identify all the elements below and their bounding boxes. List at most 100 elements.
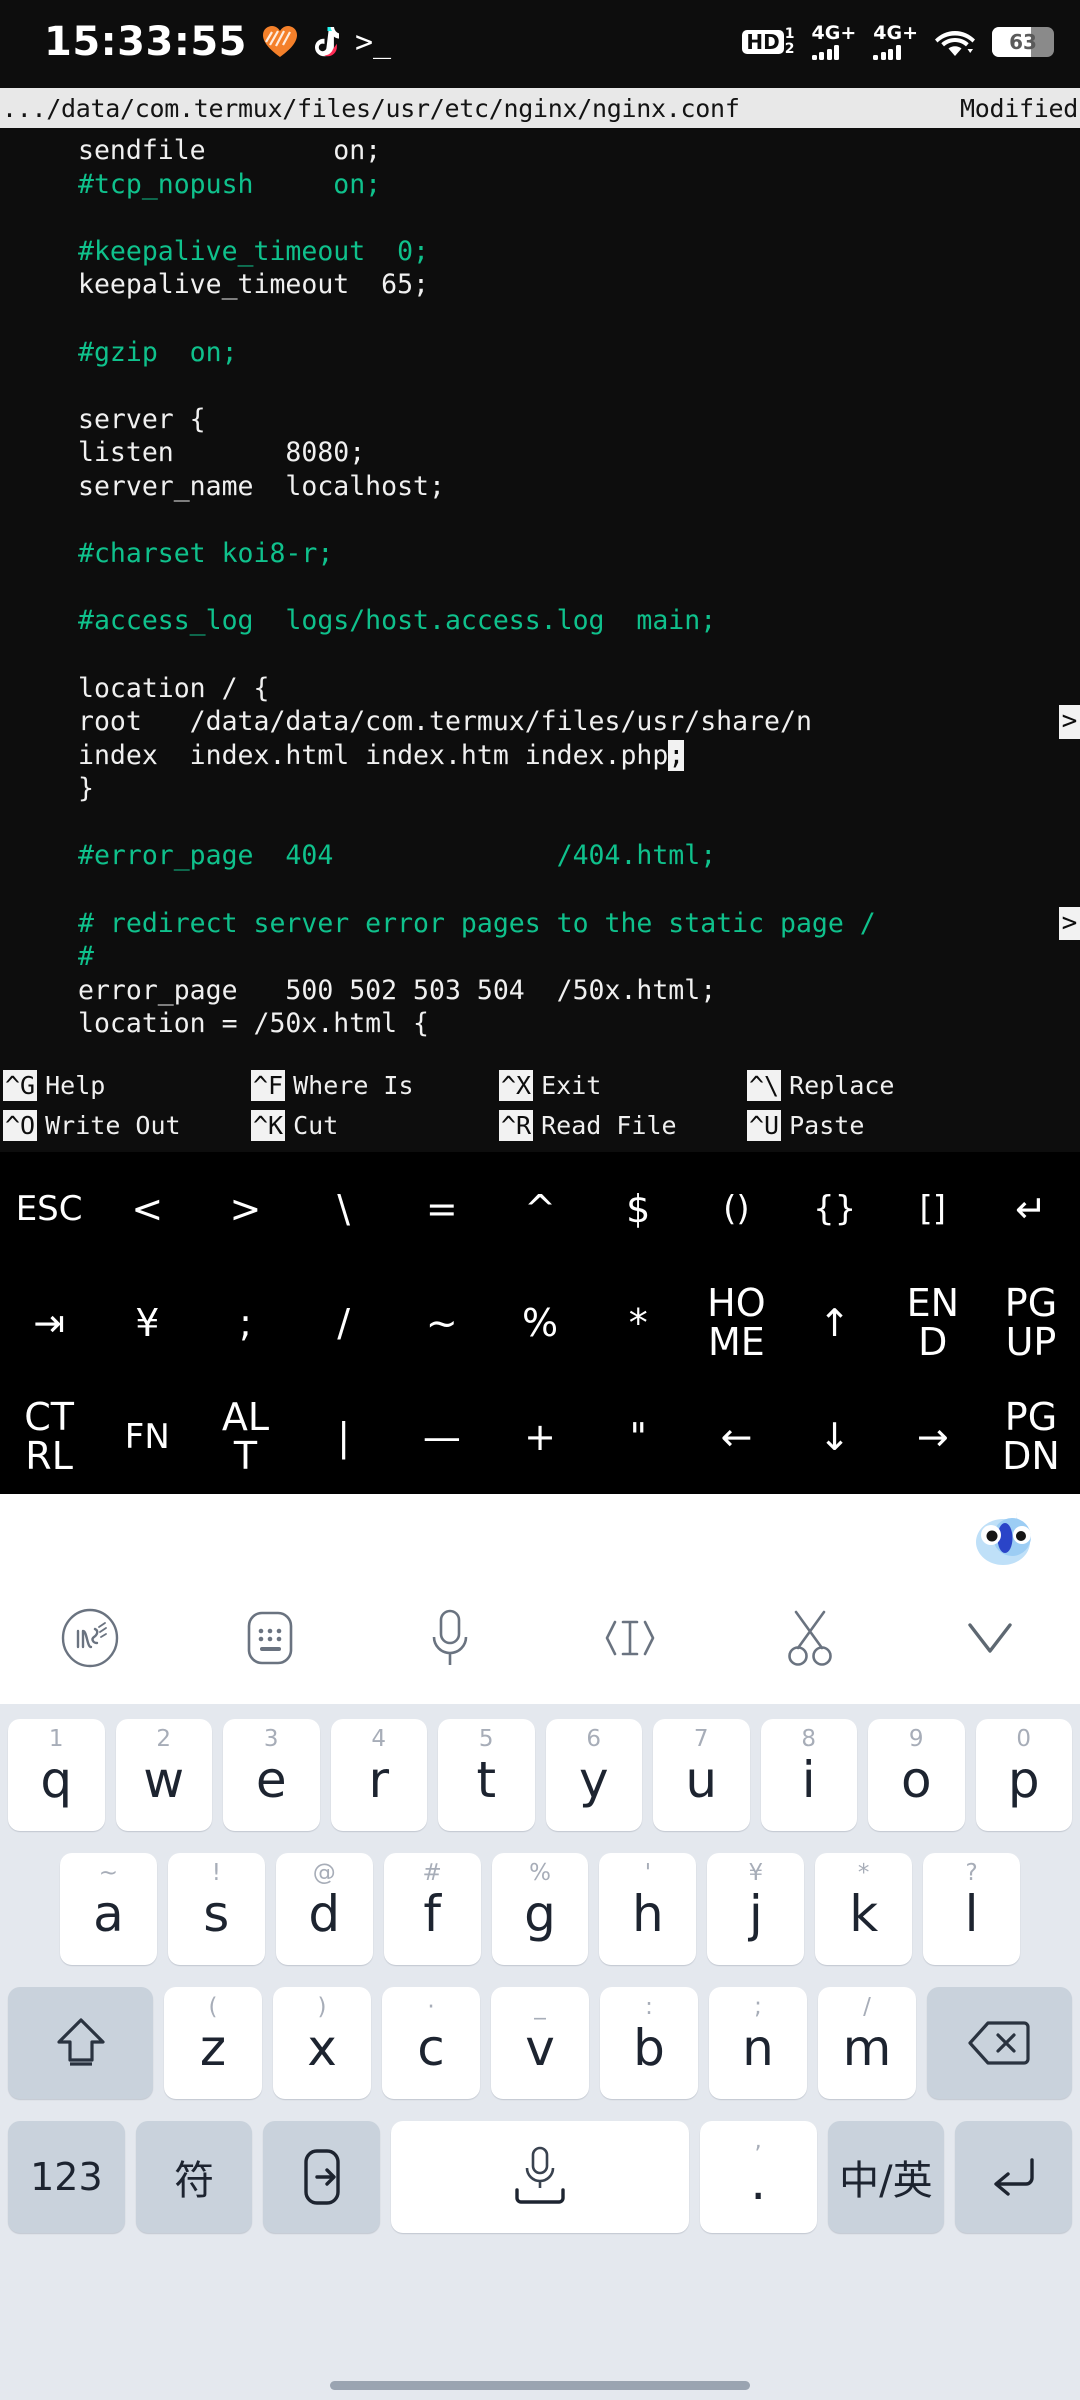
- extra-keys-row[interactable]: ESC < > \ = ^ $(){}[] ↵: [0, 1152, 1080, 1266]
- key-e[interactable]: 3e: [223, 1719, 320, 1831]
- extra-key-[interactable]: +: [491, 1380, 589, 1494]
- extra-keys-row[interactable]: ⇥ ¥; / ~% * HO ME ↑ EN D PG UP: [0, 1266, 1080, 1380]
- key-s[interactable]: ! s: [167, 1853, 265, 1965]
- key-h[interactable]: ' h: [599, 1853, 697, 1965]
- extra-key-fn[interactable]: FN: [98, 1380, 196, 1494]
- enter-key[interactable]: [955, 2121, 1072, 2233]
- key-m[interactable]: / m: [817, 1987, 916, 2099]
- nano-shortcut[interactable]: ^G Help: [0, 1069, 248, 1101]
- key-y[interactable]: 6y: [545, 1719, 642, 1831]
- key-label: n: [742, 2019, 774, 2077]
- extra-key-[interactable]: []: [884, 1152, 982, 1266]
- extra-key-alt[interactable]: AL T: [196, 1380, 294, 1494]
- key-p[interactable]: 0p: [975, 1719, 1072, 1831]
- nano-shortcut[interactable]: ^O Write Out: [0, 1109, 248, 1141]
- key-v[interactable]: _ v: [491, 1987, 589, 2099]
- extra-key-ctrl[interactable]: CT RL: [0, 1380, 98, 1494]
- key-hint: 4: [371, 1726, 387, 1752]
- extra-key-home[interactable]: HO ME: [687, 1266, 785, 1380]
- microphone-icon[interactable]: [360, 1605, 540, 1671]
- extra-key-[interactable]: ~: [393, 1266, 491, 1380]
- key-l[interactable]: ? l: [923, 1853, 1021, 1965]
- key-c[interactable]: · c: [382, 1987, 480, 2099]
- extra-key-[interactable]: ←: [687, 1380, 785, 1494]
- extra-keys-row[interactable]: CT RL FN AL T | — + " ← ↓ → PG DN: [0, 1380, 1080, 1494]
- nano-shortcut[interactable]: ^F Where Is: [248, 1069, 496, 1101]
- backspace-key[interactable]: [926, 1987, 1072, 2099]
- key-f[interactable]: # f: [383, 1853, 481, 1965]
- key-g[interactable]: % g: [491, 1853, 589, 1965]
- nano-shortcut[interactable]: ^R Read File: [496, 1109, 744, 1141]
- extra-key-[interactable]: —: [393, 1380, 491, 1494]
- space-key[interactable]: [391, 2121, 689, 2233]
- period-key[interactable]: , .: [699, 2121, 817, 2233]
- extra-key-[interactable]: ↑: [786, 1266, 884, 1380]
- extra-key-[interactable]: |: [295, 1380, 393, 1494]
- chevron-down-icon[interactable]: [900, 1615, 1080, 1661]
- soft-keyboard[interactable]: 1q2w3e4r5t6y7u8i9o0p ~ a! s @ d # f% g ' h ¥ j * k? l …: [0, 1704, 1080, 2400]
- extra-key-[interactable]: ¥: [98, 1266, 196, 1380]
- extra-key-[interactable]: *: [589, 1266, 687, 1380]
- nano-shortcut[interactable]: ^X Exit: [496, 1069, 744, 1101]
- key-k[interactable]: * k: [815, 1853, 913, 1965]
- extra-key-[interactable]: →: [884, 1380, 982, 1494]
- extra-key-[interactable]: =: [393, 1152, 491, 1266]
- extra-key-[interactable]: ↵: [982, 1152, 1080, 1266]
- nano-shortcut[interactable]: ^K Cut: [248, 1109, 496, 1141]
- key-x[interactable]: ) x: [273, 1987, 372, 2099]
- terminal-editor-area[interactable]: sendfile on; #tcp_nopush on; #keepalive_ti…: [0, 128, 1080, 1053]
- extra-key-[interactable]: \: [295, 1152, 393, 1266]
- extra-key-[interactable]: ": [589, 1380, 687, 1494]
- keyboard-row-bottom[interactable]: 123 符 , . 中/英: [8, 2116, 1072, 2238]
- extra-key-[interactable]: ⇥: [0, 1266, 98, 1380]
- key-n[interactable]: ; n: [708, 1987, 807, 2099]
- key-label: v: [525, 2019, 555, 2077]
- symbol-layout-key[interactable]: 符: [135, 2121, 253, 2233]
- extra-key-[interactable]: %: [491, 1266, 589, 1380]
- termux-extra-keys[interactable]: ESC < > \ = ^ $(){}[] ↵ ⇥ ¥; / ~% * HO ME ↑ EN D PG UP CT…: [0, 1152, 1080, 1494]
- key-z[interactable]: (z: [164, 1987, 263, 2099]
- extra-key-pgup[interactable]: PG UP: [982, 1266, 1080, 1380]
- extra-key-[interactable]: ^: [491, 1152, 589, 1266]
- key-j[interactable]: ¥ j: [707, 1853, 805, 1965]
- extra-key-[interactable]: $: [589, 1152, 687, 1266]
- key-q[interactable]: 1q: [8, 1719, 105, 1831]
- key-hint: ·: [427, 1994, 435, 2020]
- extra-key-[interactable]: ;: [196, 1266, 294, 1380]
- key-u[interactable]: 7u: [653, 1719, 750, 1831]
- nano-shortcut[interactable]: ^\ Replace: [744, 1069, 992, 1101]
- key-w[interactable]: 2w: [115, 1719, 212, 1831]
- clipboard-scissors-icon[interactable]: [720, 1606, 900, 1670]
- numeric-layout-key[interactable]: 123: [8, 2121, 125, 2233]
- extra-key-[interactable]: (): [687, 1152, 785, 1266]
- network-type-sim2: 4G+: [873, 22, 918, 44]
- key-i[interactable]: 8i: [760, 1719, 857, 1831]
- key-d[interactable]: @ d: [275, 1853, 373, 1965]
- extra-key-[interactable]: {}: [786, 1152, 884, 1266]
- extra-key-[interactable]: ↓: [786, 1380, 884, 1494]
- nano-shortcut[interactable]: ^U Paste: [744, 1109, 992, 1141]
- extra-key-[interactable]: <: [98, 1152, 196, 1266]
- key-o[interactable]: 9o: [868, 1719, 965, 1831]
- cursor-move-icon[interactable]: [540, 1608, 720, 1668]
- handwriting-icon[interactable]: [0, 1607, 180, 1669]
- key-t[interactable]: 5t: [438, 1719, 535, 1831]
- shift-key[interactable]: [8, 1987, 154, 2099]
- extra-key-end[interactable]: EN D: [884, 1266, 982, 1380]
- extra-key-pgdn[interactable]: PG DN: [982, 1380, 1080, 1494]
- key-a[interactable]: ~ a: [60, 1853, 157, 1965]
- key-hint: 8: [801, 1726, 817, 1752]
- keyboard-row-zxcv[interactable]: (z) x · c _ v: b; n / m: [8, 1982, 1072, 2104]
- keyboard-icon[interactable]: [180, 1607, 360, 1669]
- language-toggle-key[interactable]: 中/英: [827, 2121, 945, 2233]
- keyboard-row-asdf[interactable]: ~ a! s @ d # f% g ' h ¥ j * k? l: [8, 1848, 1072, 1970]
- extra-key-[interactable]: >: [196, 1152, 294, 1266]
- layout-switch-icon[interactable]: [263, 2121, 381, 2233]
- extra-key-[interactable]: /: [295, 1266, 393, 1380]
- key-b[interactable]: :b: [599, 1987, 698, 2099]
- extra-key-esc[interactable]: ESC: [0, 1152, 98, 1266]
- keyboard-row-qwerty[interactable]: 1q2w3e4r5t6y7u8i9o0p: [8, 1714, 1072, 1836]
- key-r[interactable]: 4r: [330, 1719, 427, 1831]
